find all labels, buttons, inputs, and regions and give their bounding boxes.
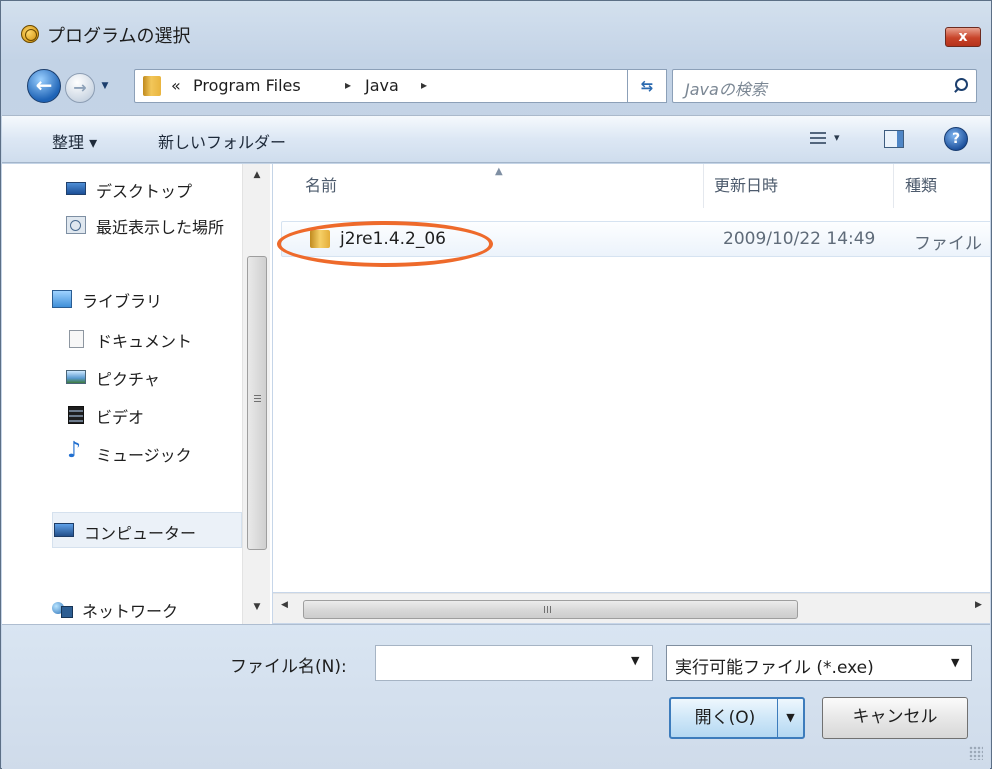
scroll-right-icon[interactable]: ▶ <box>975 600 982 610</box>
breadcrumb-separator-icon[interactable]: ▸ <box>345 78 351 92</box>
file-list-hscrollbar[interactable]: ◀ ▶ <box>273 593 990 623</box>
search-icon[interactable] <box>952 78 968 94</box>
column-header-type[interactable]: 種類 <box>905 172 937 196</box>
filetype-value: 実行可能ファイル (*.exe) <box>675 658 874 678</box>
nav-item-label: ピクチャ <box>96 370 160 389</box>
nav-item-label: 最近表示した場所 <box>96 218 225 237</box>
column-header-name[interactable]: 名前 <box>305 172 337 196</box>
nav-item-label: デスクトップ <box>96 182 193 201</box>
scrollbar-thumb[interactable] <box>247 256 267 550</box>
views-dropdown-icon[interactable]: ▾ <box>834 131 840 144</box>
breadcrumb-java[interactable]: Java <box>365 76 399 95</box>
nav-item-label: ネットワーク <box>82 602 179 621</box>
preview-pane-icon[interactable] <box>884 130 904 148</box>
search-placeholder: Javaの検索 <box>685 80 767 99</box>
navigation-pane: デスクトップ 最近表示した場所 ライブラリ ドキュメント ピクチャ ビデオ ミュ… <box>2 164 272 624</box>
scroll-down-icon[interactable]: ▼ <box>243 602 271 612</box>
close-button[interactable]: x <box>945 27 981 47</box>
nav-item-label: ビデオ <box>96 408 145 427</box>
folder-icon <box>143 76 161 96</box>
network-icon <box>52 600 73 618</box>
nav-item-label: ドキュメント <box>96 332 193 351</box>
open-button[interactable]: 開く(O) <box>669 697 781 739</box>
forward-button[interactable]: → <box>65 73 95 103</box>
address-bar[interactable]: « Program Files ▸ Java ▸ ▾ <box>134 69 758 103</box>
library-icon <box>52 290 72 308</box>
sort-ascending-icon: ▲ <box>495 166 503 177</box>
grip-icon <box>544 606 553 613</box>
filename-dropdown-icon[interactable]: ▼ <box>631 654 639 667</box>
recent-pages-dropdown[interactable]: ▼ <box>98 79 112 93</box>
nav-item-label: コンピューター <box>84 524 197 543</box>
open-dropdown-icon[interactable]: ▼ <box>777 697 805 739</box>
dialog-footer: ファイル名(N): ▼ 実行可能ファイル (*.exe) ▼ 開く(O) ▼ キ… <box>2 624 990 769</box>
app-icon <box>21 25 39 43</box>
back-button[interactable]: ← <box>27 69 61 103</box>
scroll-left-icon[interactable]: ◀ <box>281 600 288 610</box>
scrollbar-thumb[interactable] <box>303 600 798 619</box>
column-divider[interactable] <box>893 164 894 208</box>
videos-icon <box>68 406 84 424</box>
desktop-icon <box>66 182 86 195</box>
highlight-annotation <box>277 221 493 267</box>
filename-input[interactable]: ▼ <box>375 645 653 681</box>
command-bar: 整理 ▾ 新しいフォルダー ▾ ? <box>2 115 990 163</box>
documents-icon <box>69 330 84 348</box>
grip-icon <box>254 395 261 404</box>
open-file-dialog: プログラムの選択 x ← → ▼ « Program Files ▸ Java … <box>0 0 992 769</box>
address-row: ← → ▼ « Program Files ▸ Java ▸ ▾ ⇆ Javaの… <box>1 61 991 113</box>
search-input[interactable]: Javaの検索 <box>672 69 977 103</box>
cancel-button[interactable]: キャンセル <box>822 697 968 739</box>
nav-item-label: ライブラリ <box>82 292 163 311</box>
pictures-icon <box>66 370 86 384</box>
nav-scrollbar[interactable]: ▲ ▼ <box>242 164 270 624</box>
filetype-dropdown-icon[interactable]: ▼ <box>951 656 959 669</box>
views-icon[interactable] <box>810 130 826 146</box>
music-icon <box>66 438 86 463</box>
column-header-modified[interactable]: 更新日時 <box>714 172 778 196</box>
filename-label: ファイル名(N): <box>230 657 347 677</box>
breadcrumb-separator-icon[interactable]: ▸ <box>421 78 427 92</box>
recent-places-icon <box>66 216 86 234</box>
organize-menu[interactable]: 整理 ▾ <box>52 129 97 153</box>
file-type: ファイル <box>914 234 982 254</box>
title-bar: プログラムの選択 x <box>1 1 991 61</box>
dialog-title: プログラムの選択 <box>47 26 191 47</box>
filetype-select[interactable]: 実行可能ファイル (*.exe) ▼ <box>666 645 972 681</box>
file-modified: 2009/10/22 14:49 <box>723 229 876 249</box>
resize-grip-icon[interactable] <box>969 746 983 760</box>
help-icon[interactable]: ? <box>944 127 968 151</box>
nav-item-label: ミュージック <box>96 446 192 465</box>
new-folder-button[interactable]: 新しいフォルダー <box>158 129 286 153</box>
scroll-up-icon[interactable]: ▲ <box>243 170 271 180</box>
breadcrumb-program-files[interactable]: Program Files <box>193 76 301 95</box>
refresh-button[interactable]: ⇆ <box>627 69 667 103</box>
computer-icon <box>54 523 74 537</box>
breadcrumb-overflow[interactable]: « <box>171 76 181 95</box>
column-divider[interactable] <box>703 164 704 208</box>
